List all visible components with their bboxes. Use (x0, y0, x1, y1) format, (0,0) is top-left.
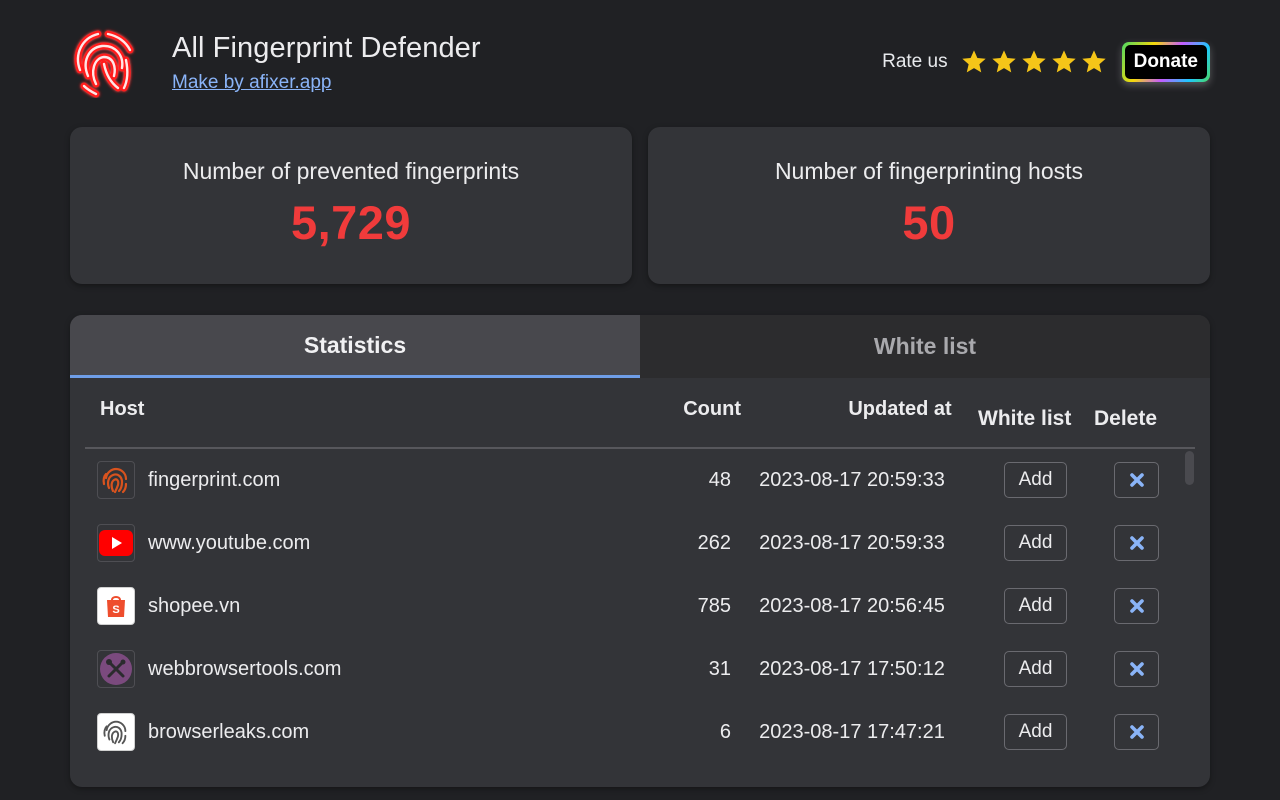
host-count: 31 (708, 658, 731, 680)
scrollbar-thumb[interactable] (1185, 451, 1194, 485)
tab-white-list[interactable]: White list (640, 315, 1210, 378)
tab-statistics[interactable]: Statistics (70, 315, 640, 378)
close-icon (1129, 662, 1144, 676)
column-count[interactable]: Count (660, 398, 741, 421)
host-count: 785 (697, 595, 731, 617)
youtube-favicon (97, 524, 135, 562)
star-icon[interactable] (960, 48, 988, 76)
prevented-fingerprints-value: 5,729 (290, 196, 412, 249)
fingerprint-icon (74, 30, 134, 98)
star-icon[interactable] (1020, 48, 1048, 76)
host-count: 6 (719, 721, 731, 743)
rating-stars (960, 48, 1108, 76)
column-updated-at[interactable]: Updated at (793, 398, 1007, 421)
add-to-whitelist-button[interactable]: Add (1004, 588, 1067, 624)
close-icon (1129, 725, 1144, 739)
close-icon (1129, 473, 1144, 487)
host-name[interactable]: www.youtube.com (148, 532, 310, 555)
table-row: www.youtube.com 262 2023-08-17 20:59:33 … (85, 512, 1185, 575)
svg-text:S: S (112, 604, 119, 616)
prevented-fingerprints-label: Number of prevented fingerprints (182, 158, 520, 184)
column-host[interactable]: Host (100, 398, 144, 421)
delete-button[interactable] (1114, 525, 1159, 561)
star-icon[interactable] (990, 48, 1018, 76)
fingerprinting-hosts-card: Number of fingerprinting hosts 50 (648, 127, 1210, 284)
table-body: fingerprint.com 48 2023-08-17 20:59:33 A… (85, 449, 1185, 764)
author-link[interactable]: Make by afixer.app (172, 72, 331, 94)
app-title: All Fingerprint Defender (172, 32, 481, 64)
delete-button[interactable] (1114, 588, 1159, 624)
rating-section: Rate us Donate (882, 42, 1210, 82)
rate-us-label: Rate us (882, 51, 948, 72)
page: All Fingerprint Defender Make by afixer.… (0, 0, 1280, 800)
host-count: 48 (708, 469, 731, 491)
close-icon (1129, 536, 1144, 550)
host-updated-at: 2023-08-17 17:47:21 (759, 721, 945, 743)
table-row: S shopee.vn 785 2023-08-17 20:56:45 Add (85, 575, 1185, 638)
host-name[interactable]: fingerprint.com (148, 469, 280, 492)
add-to-whitelist-button[interactable]: Add (1004, 714, 1067, 750)
hosts-table: Host Count Updated at White list Delete (85, 378, 1195, 787)
star-icon[interactable] (1050, 48, 1078, 76)
table-row: fingerprint.com 48 2023-08-17 20:59:33 A… (85, 449, 1185, 512)
star-icon[interactable] (1080, 48, 1108, 76)
fingerprinting-hosts-label: Number of fingerprinting hosts (774, 158, 1084, 184)
donate-button[interactable]: Donate (1121, 42, 1210, 82)
main-panel: Statistics White list Host Count Updated… (70, 315, 1210, 787)
tab-bar: Statistics White list (70, 315, 1210, 378)
shopee-favicon: S (97, 587, 135, 625)
close-icon (1129, 599, 1144, 613)
host-name[interactable]: webbrowsertools.com (148, 658, 341, 681)
delete-button[interactable] (1114, 651, 1159, 687)
host-name[interactable]: browserleaks.com (148, 721, 309, 744)
host-updated-at: 2023-08-17 20:59:33 (759, 469, 945, 491)
table-row: browserleaks.com 6 2023-08-17 17:47:21 A… (85, 701, 1185, 764)
host-updated-at: 2023-08-17 20:56:45 (759, 595, 945, 617)
fingerprint-favicon (97, 461, 135, 499)
header: All Fingerprint Defender Make by afixer.… (70, 20, 1210, 100)
add-to-whitelist-button[interactable]: Add (1004, 651, 1067, 687)
donate-label: Donate (1124, 45, 1207, 79)
browserleaks-favicon (97, 713, 135, 751)
delete-button[interactable] (1114, 714, 1159, 750)
column-delete: Delete (1094, 407, 1158, 430)
host-updated-at: 2023-08-17 20:59:33 (759, 532, 945, 554)
host-updated-at: 2023-08-17 17:50:12 (759, 658, 945, 680)
column-white-list: White list (978, 407, 1072, 430)
table-header: Host Count Updated at White list Delete (85, 378, 1195, 449)
fingerprinting-hosts-value: 50 (902, 196, 956, 249)
add-to-whitelist-button[interactable]: Add (1004, 462, 1067, 498)
prevented-fingerprints-card: Number of prevented fingerprints 5,729 (70, 127, 632, 284)
delete-button[interactable] (1114, 462, 1159, 498)
table-row: webbrowsertools.com 31 2023-08-17 17:50:… (85, 638, 1185, 701)
add-to-whitelist-button[interactable]: Add (1004, 525, 1067, 561)
host-count: 262 (697, 532, 731, 554)
tools-favicon (97, 650, 135, 688)
host-name[interactable]: shopee.vn (148, 595, 240, 618)
